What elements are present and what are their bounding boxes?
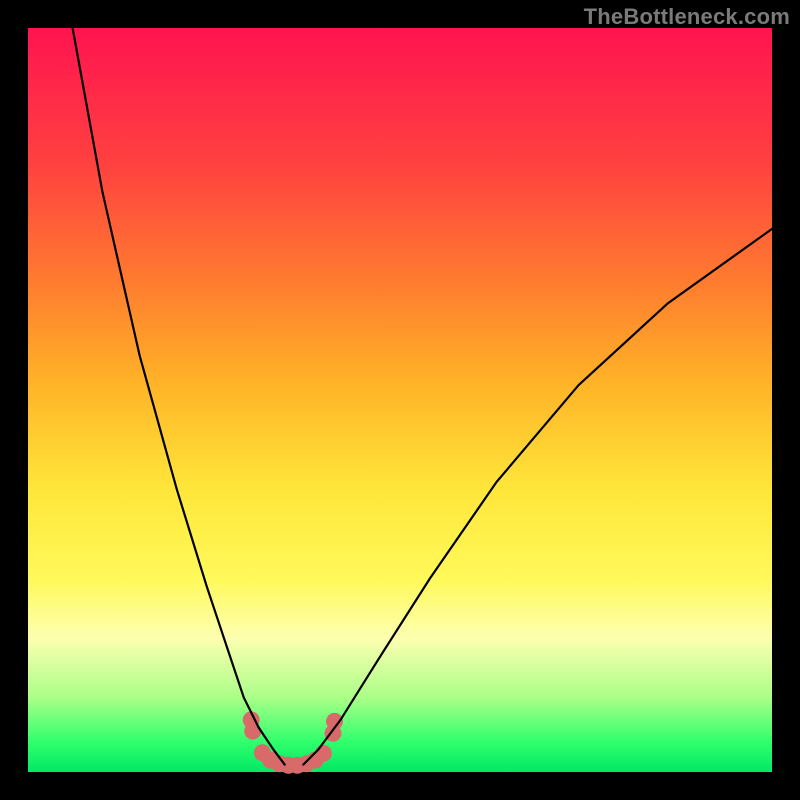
chart-svg [28,28,772,772]
scatter-cluster [243,711,343,773]
curve-right-branch [303,229,772,765]
scatter-point [315,745,332,762]
watermark-text: TheBottleneck.com [584,4,790,30]
chart-frame: TheBottleneck.com [0,0,800,800]
curve-left-branch [73,28,285,765]
chart-plot-area [28,28,772,772]
